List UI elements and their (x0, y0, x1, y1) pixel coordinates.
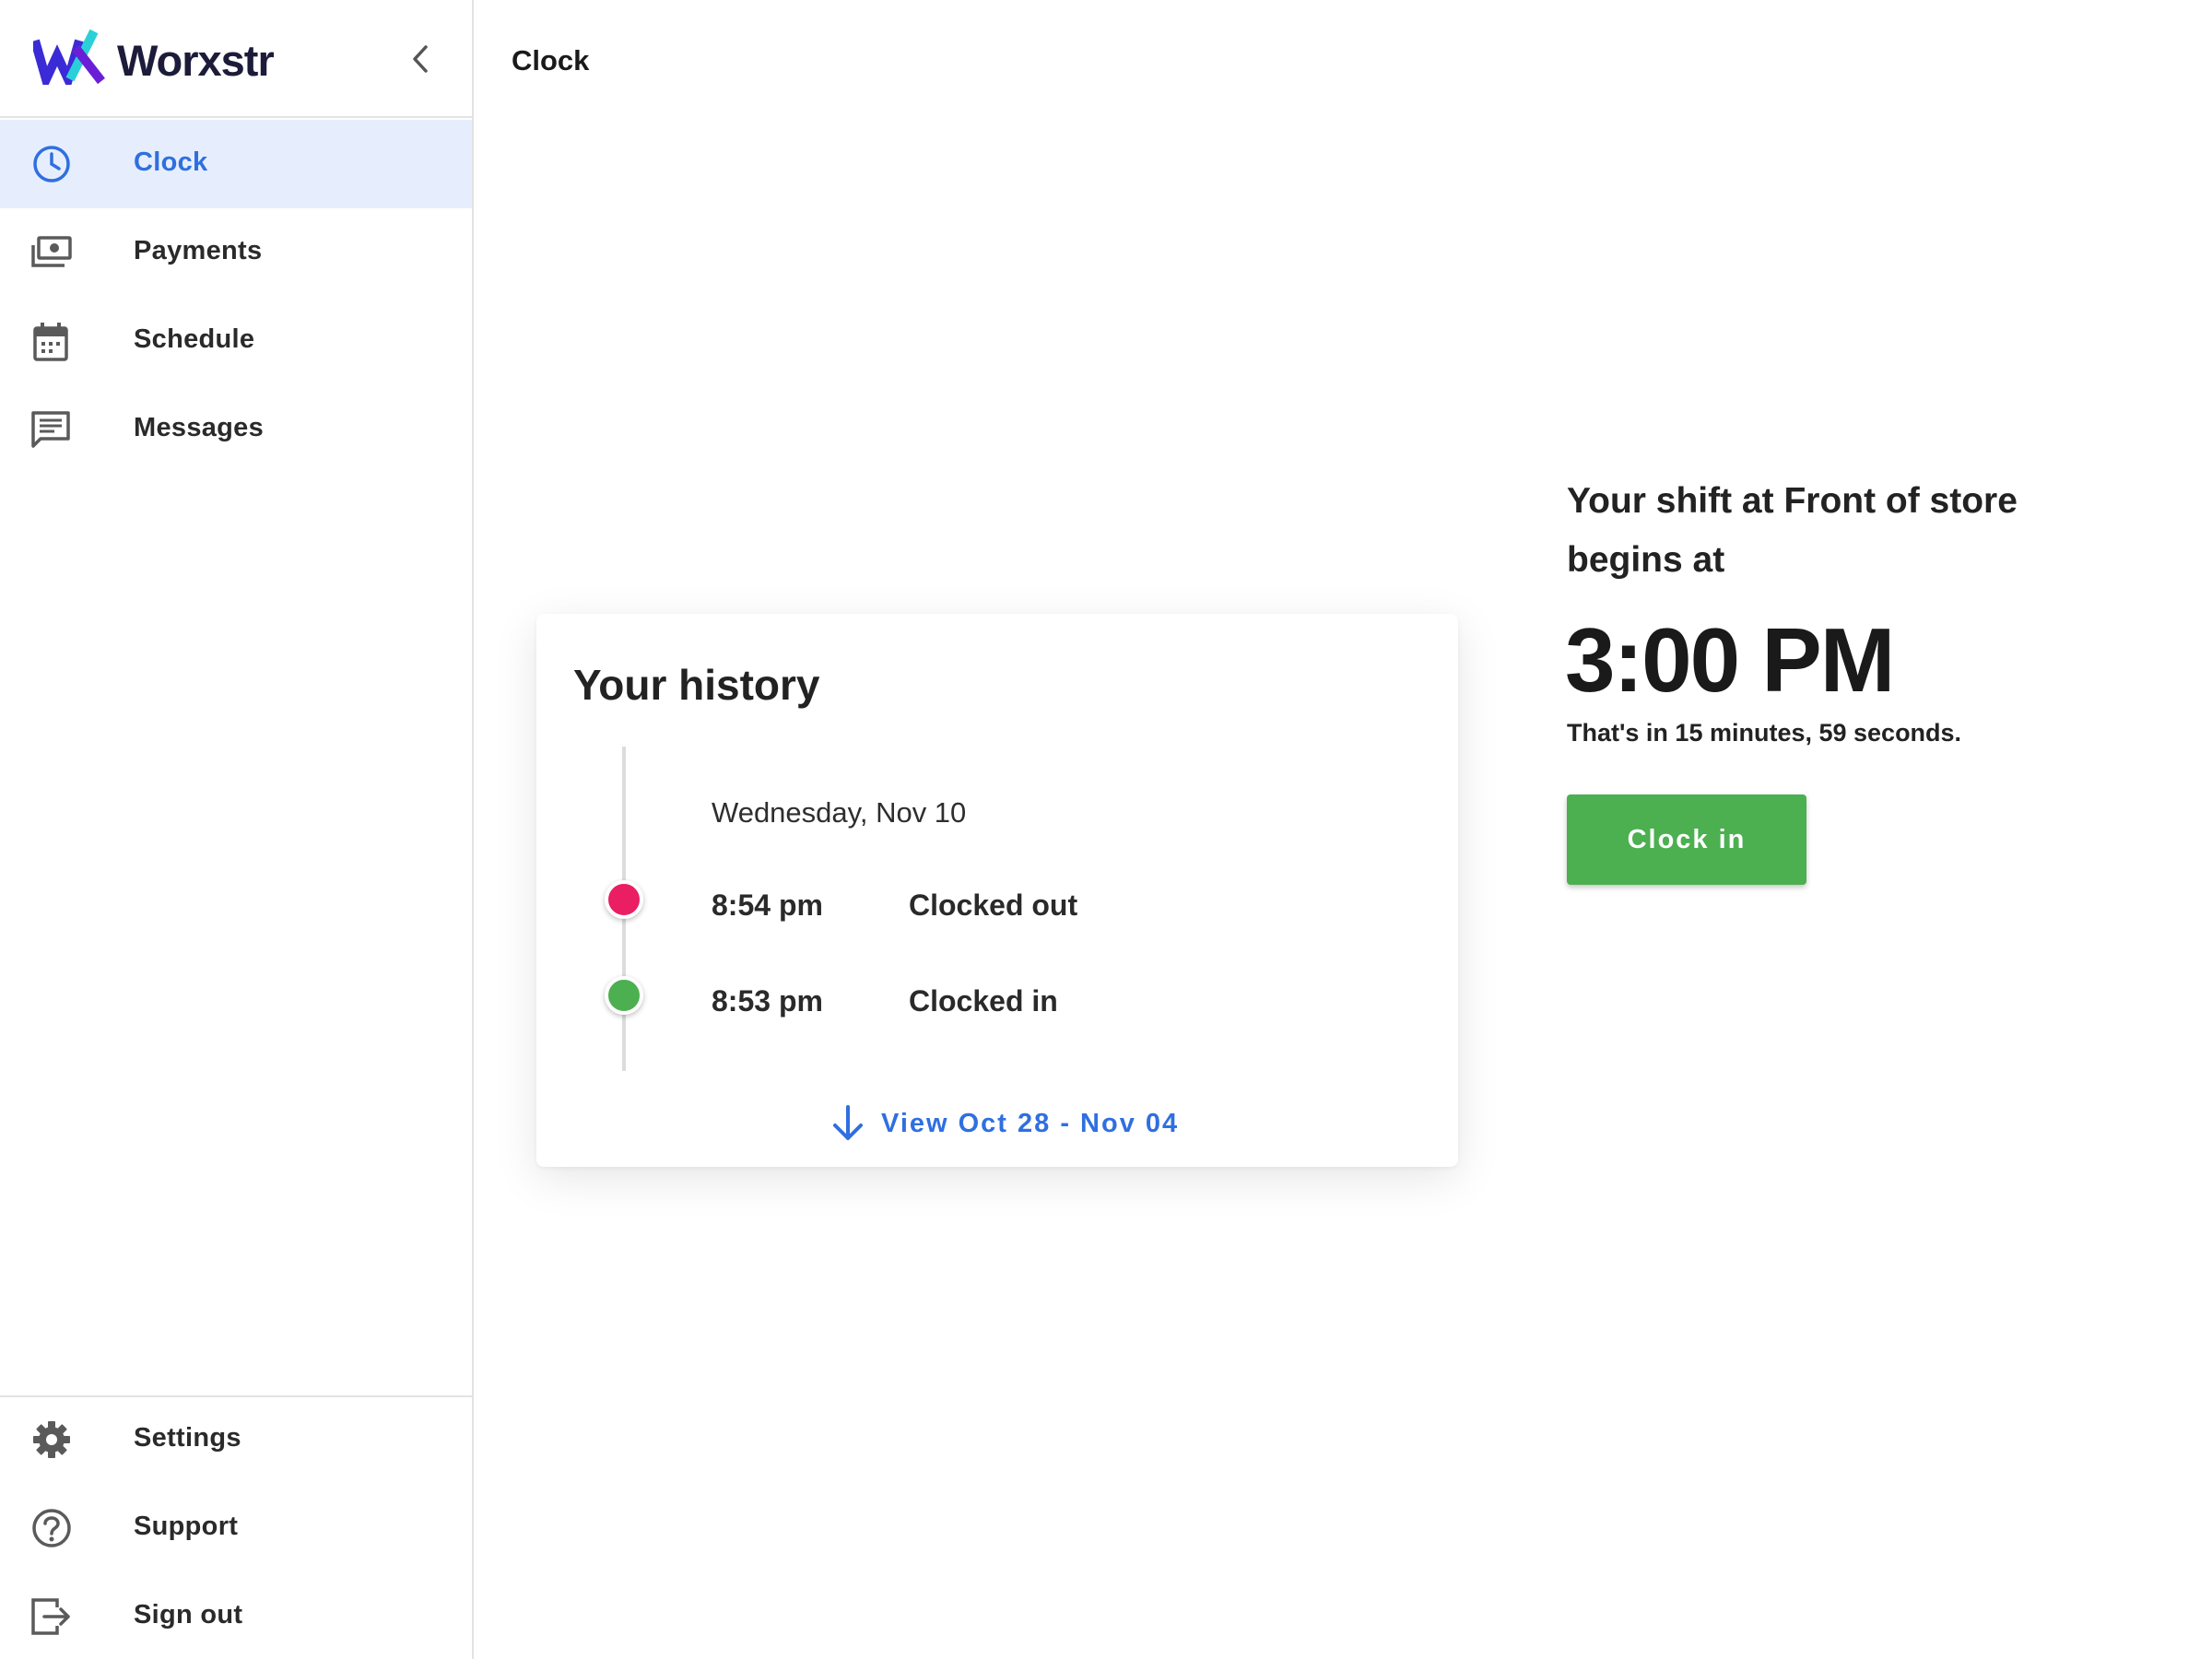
brand-name: Worxstr (117, 36, 275, 85)
shift-heading: Your shift at Front of store begins at (1567, 472, 2120, 590)
brand-header: Worxstr (0, 0, 472, 118)
sign-out-icon (31, 1598, 70, 1635)
history-card: Your history Wednesday, Nov 10 8:54 pm C… (536, 614, 1458, 1167)
sidebar-item-payments[interactable]: Payments (0, 208, 472, 297)
app-root: Worxstr Clock Payments Schedule Messages… (0, 0, 2212, 1659)
calendar-icon (33, 323, 68, 361)
sidebar-item-messages[interactable]: Messages (0, 385, 472, 474)
chevron-left-icon (413, 45, 428, 73)
shift-start-time: 3:00 PM (1565, 609, 1895, 711)
shift-countdown: That's in 15 minutes, 59 seconds. (1567, 719, 1962, 747)
clocked-in-status-dot (605, 976, 643, 1015)
sidebar-item-sign-out[interactable]: Sign out (0, 1572, 472, 1659)
worxstr-logo (33, 29, 105, 85)
shift-heading-line1: Your shift at Front of store (1567, 481, 2018, 521)
sidebar-item-label: Schedule (134, 324, 255, 354)
sidebar-item-support[interactable]: Support (0, 1484, 472, 1572)
page-title: Clock (512, 44, 590, 76)
view-previous-period-link[interactable]: View Oct 28 - Nov 04 (830, 1100, 1179, 1147)
sidebar-item-label: Clock (134, 147, 208, 177)
sidebar-item-label: Settings (134, 1423, 241, 1453)
collapse-sidebar-button[interactable] (406, 41, 435, 77)
history-title: Your history (573, 661, 820, 709)
help-icon (32, 1509, 71, 1547)
clock-icon (33, 146, 70, 182)
sidebar-item-settings[interactable]: Settings (0, 1395, 472, 1484)
history-entry-action: Clocked out (909, 888, 1078, 922)
clock-in-button[interactable]: Clock in (1567, 794, 1806, 885)
shift-heading-line2: begins at (1567, 540, 1725, 580)
history-day-label: Wednesday, Nov 10 (712, 796, 967, 829)
payments-icon (31, 236, 72, 267)
message-icon (31, 411, 70, 448)
sidebar-item-schedule[interactable]: Schedule (0, 297, 472, 385)
history-entry-action: Clocked in (909, 984, 1058, 1018)
sidebar-item-label: Sign out (134, 1600, 243, 1630)
gear-icon (33, 1421, 70, 1458)
history-entry-time: 8:53 pm (712, 984, 823, 1018)
sidebar-item-clock[interactable]: Clock (0, 120, 472, 208)
sidebar-item-label: Payments (134, 236, 263, 265)
view-previous-period-label: View Oct 28 - Nov 04 (881, 1108, 1180, 1138)
history-entry-time: 8:54 pm (712, 888, 823, 922)
clocked-out-status-dot (605, 880, 643, 919)
sidebar: Worxstr Clock Payments Schedule Messages… (0, 0, 474, 1659)
arrow-down-icon (833, 1105, 863, 1140)
sidebar-item-label: Support (134, 1512, 239, 1541)
sidebar-item-label: Messages (134, 413, 265, 442)
